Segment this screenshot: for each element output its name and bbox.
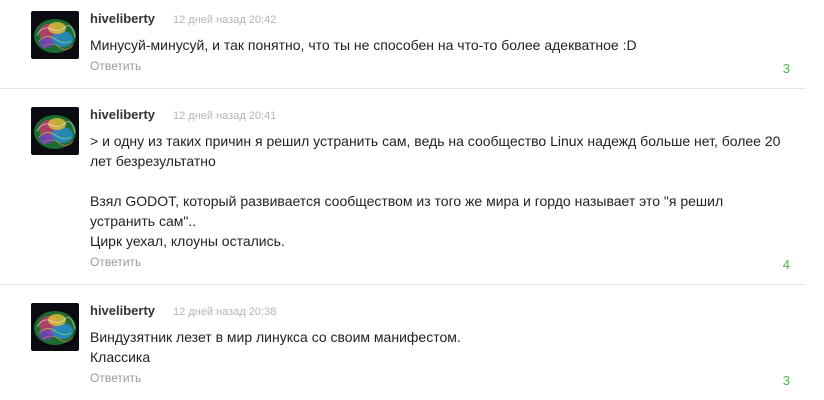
comment-paragraph: Виндузятник лезет в мир линукса со своим… [90,329,461,365]
reply-link[interactable]: Ответить [90,58,141,74]
user-avatar[interactable] [31,107,79,155]
comment-text: Виндузятник лезет в мир линукса со своим… [90,327,790,367]
comment-item: hiveliberty 12 дней назад 20:42 Минусуй-… [0,0,824,84]
comment-score: 3 [782,373,790,388]
comment-paragraph: Минусуй-минусуй, и так понятно, что ты н… [90,37,637,53]
comment-paragraph: Взял GODOT, который развивается сообщест… [90,193,724,249]
comment-divider [0,284,805,285]
comment-score: 3 [782,61,790,76]
comment-item: hiveliberty 12 дней назад 20:38 Виндузят… [0,292,824,400]
comment-paragraph: > и одну из таких причин я решил устрани… [90,133,781,169]
brain-avatar-icon [31,303,79,351]
user-avatar[interactable] [31,303,79,351]
user-avatar[interactable] [31,11,79,59]
comment-divider [0,88,805,89]
comment-score: 4 [782,257,790,272]
comment-text: > и одну из таких причин я решил устрани… [90,131,790,251]
comment-item: hiveliberty 12 дней назад 20:41 > и одну… [0,96,824,280]
comment-timestamp[interactable]: 12 дней назад 20:38 [173,304,276,320]
reply-link[interactable]: Ответить [90,370,141,386]
comment-timestamp[interactable]: 12 дней назад 20:41 [173,108,276,124]
comment-timestamp[interactable]: 12 дней назад 20:42 [173,12,276,28]
brain-avatar-icon [31,107,79,155]
comment-author[interactable]: hiveliberty [90,11,155,27]
comment-author[interactable]: hiveliberty [90,107,155,123]
comment-author[interactable]: hiveliberty [90,303,155,319]
brain-avatar-icon [31,11,79,59]
comment-text: Минусуй-минусуй, и так понятно, что ты н… [90,35,790,55]
reply-link[interactable]: Ответить [90,254,141,270]
